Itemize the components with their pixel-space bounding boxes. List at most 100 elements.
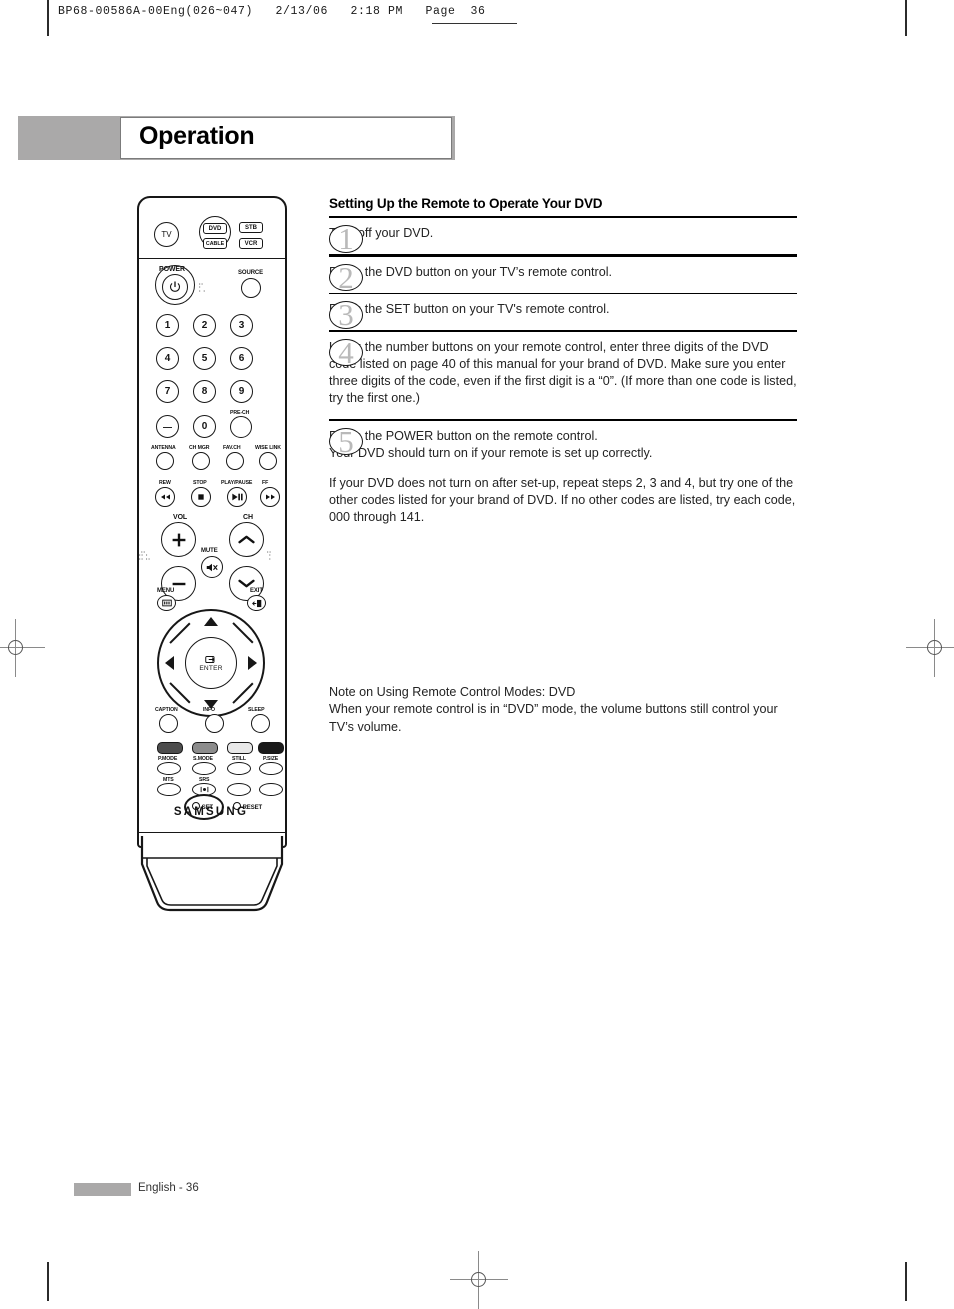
keypad-button-0: 0 [193,415,216,438]
crop-line-left [47,0,49,36]
keypad-label-2: 2 [201,320,208,331]
remote-label-wiselink: WISE LINK [255,445,281,451]
note-line-1: Note on Using Remote Control Modes: DVD [329,685,576,699]
stop-button [191,487,211,507]
step-text-2: Press the DVD button on your TV’s remote… [329,264,613,279]
fast-forward-icon [265,494,275,500]
smode-button [192,762,216,775]
mute-icon [206,563,218,571]
remote-divider-1 [138,258,286,260]
remote-label-ff: FF [262,480,269,486]
dpad-left-arrow [165,656,174,670]
note-line-2: When your remote control is in “DVD” mod… [329,702,778,734]
remote-label-vol: VOL [173,514,188,521]
registration-mark-bottom [450,1251,508,1309]
remote-button-stb: STB [239,222,263,233]
remote-label-rew: REW [159,480,171,486]
color-button-3 [227,742,253,754]
remote-label-sleep: SLEEP [248,707,265,713]
step-number-2: 2 [329,262,363,293]
color-button-4 [258,742,284,754]
keypad-button-6: 6 [230,347,253,370]
step-text-1: Turn off your DVD. [329,226,434,241]
exit-icon [251,599,261,607]
enter-label: ENTER [199,664,223,672]
remote-label-cable: CABLE [205,240,225,247]
step-number-3: 3 [329,299,363,331]
chevron-up-icon [238,535,255,544]
still-button [227,762,251,775]
step-4: 4 Using the number buttons on your remot… [329,332,797,419]
keypad-label-minus: — [163,421,172,432]
play-pause-icon [232,493,243,501]
wiselink-button [259,452,277,470]
ff-button [260,487,280,507]
remote-button-cable: CABLE [203,238,227,249]
remote-label-mute: MUTE [201,548,218,554]
remote-label-antenna: ANTENNA [151,445,176,451]
keypad-button-4: 4 [156,347,179,370]
unlabeled-button-2 [259,783,283,796]
keypad-button-9: 9 [230,380,253,403]
keypad-button-minus: — [156,415,179,438]
step-body-4: Using the number buttons on your remote … [329,339,797,407]
pmode-button [157,762,181,775]
menu-icon [161,599,172,607]
keypad-label-8: 8 [201,386,208,397]
step-3: 3 Press the SET button on your TV's remo… [329,294,797,331]
section-heading: Setting Up the Remote to Operate Your DV… [329,196,603,211]
remote-label-info: INFO [203,707,215,713]
dpad-up-arrow [204,617,218,626]
source-button [241,278,261,298]
psize-button [259,762,283,775]
keypad-label-9: 9 [238,386,245,397]
remote-label-menu: MENU [157,588,175,594]
step-5: 5 Press the POWER button on the remote c… [329,421,797,538]
keypad-button-2: 2 [193,314,216,337]
print-slug: BP68-00586A-00Eng(026~047) 2/13/06 2:18 … [58,5,486,18]
chmgr-button [192,452,210,470]
color-button-2 [192,742,218,754]
registration-mark-left [0,619,45,677]
keypad-label-1: 1 [164,320,171,331]
playpause-button [227,487,247,507]
stop-icon [198,494,204,500]
keypad-label-4: 4 [164,353,171,364]
dpad: ENTER [157,609,265,717]
remote-button-tv: TV [154,222,179,247]
ir-dots-left: •• •• • •• •• [139,549,151,561]
favch-button [226,452,244,470]
antenna-button [156,452,174,470]
remote-label-vcr: VCR [244,240,258,247]
step-text-5a: Press the POWER button on the remote con… [329,428,653,460]
rewind-icon [160,494,170,500]
remote-label-exit: EXIT [250,588,263,594]
keypad-button-8: 8 [193,380,216,403]
remote-label-tv: TV [161,230,172,239]
step-body-2: Press the DVD button on your TV’s remote… [329,264,797,281]
keypad-button-1: 1 [156,314,179,337]
srs-icon [200,786,208,793]
remote-label-caption: CAPTION [155,707,178,713]
rew-button [155,487,175,507]
volume-up-button [161,522,196,557]
keypad-label-5: 5 [201,353,208,364]
prech-button [230,416,252,438]
remote-label-source: SOURCE [238,270,264,276]
unlabeled-button-1 [227,783,251,796]
remote-button-dvd: DVD [203,223,227,234]
step-body-1: Turn off your DVD. [329,225,797,242]
keypad-label-7: 7 [164,386,171,397]
step-text-3: Press the SET button on your TV's remote… [329,302,610,317]
step-number-1: 1 [329,223,363,255]
power-button [162,274,188,300]
footer-bar [74,1183,131,1196]
content-column: Setting Up the Remote to Operate Your DV… [329,196,797,538]
remote-label-chmgr: CH MGR [189,445,210,451]
remote-bottom-shape [140,836,284,912]
caption-button [159,714,178,733]
keypad-label-6: 6 [238,353,245,364]
step-number-5: 5 [329,425,363,457]
keypad-button-5: 5 [193,347,216,370]
color-button-1 [157,742,183,754]
